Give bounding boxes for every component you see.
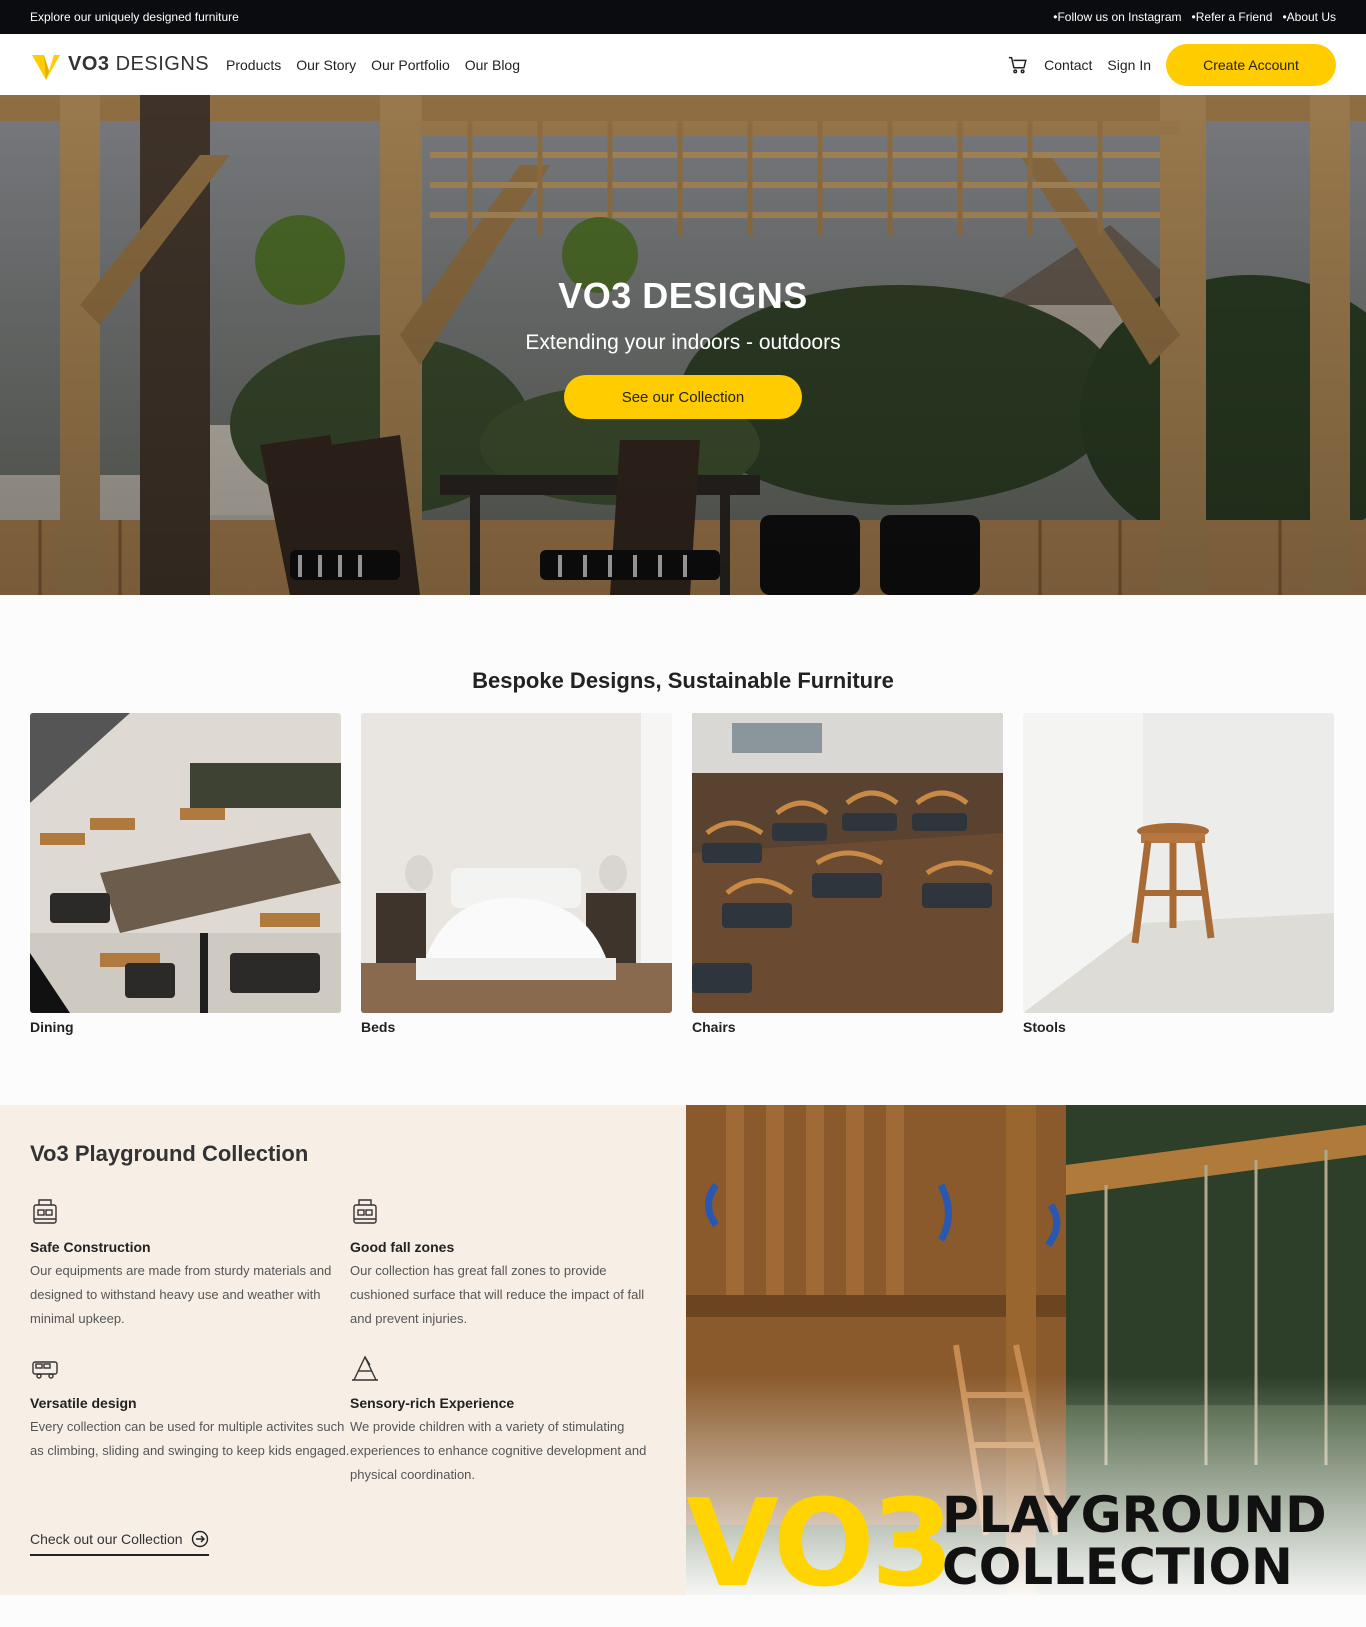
playground-image: VO3 PLAYGROUND COLLECTION [686,1105,1366,1595]
category-label: Dining [30,1019,74,1035]
nav-our-portfolio[interactable]: Our Portfolio [371,57,450,73]
category-label: Chairs [692,1019,736,1035]
stools-image [1023,713,1334,1013]
feature-text: Every collection can be used for multipl… [30,1419,350,1458]
feature-text: We provide children with a variety of st… [350,1419,647,1482]
category-label: Stools [1023,1019,1066,1035]
hero-content: VO3 DESIGNS Extending your indoors - out… [0,275,1366,419]
playset-icon [353,1199,377,1224]
feature-item: Good fall zones Our collection has great… [350,1197,660,1331]
feature-title: Versatile design [30,1395,137,1411]
playset-icon [33,1199,57,1224]
arrow-right-circle-icon [191,1530,208,1548]
vehicle-icon [32,1361,58,1379]
cart-icon[interactable] [1007,54,1029,76]
feature-text: Our collection has great fall zones to p… [350,1263,645,1326]
check-collection-link[interactable]: Check out our Collection [30,1530,209,1556]
see-collection-button[interactable]: See our Collection [564,375,802,419]
promo-text: Explore our uniquely designed furniture [30,10,239,24]
playground-title: Vo3 Playground Collection [30,1141,309,1166]
feature-item: Versatile design Every collection can be… [30,1353,350,1487]
category-label: Beds [361,1019,396,1035]
feature-item: Safe Construction Our equipments are mad… [30,1197,350,1331]
about-us-link[interactable]: About Us [1282,10,1336,24]
site-header: VO3 DESIGNS Products Our Story Our Portf… [0,34,1366,95]
instagram-link[interactable]: Follow us on Instagram [1053,10,1181,24]
nav-our-story[interactable]: Our Story [296,57,356,73]
category-card-chairs[interactable]: Chairs [692,713,1003,1035]
playground-banner: VO3 PLAYGROUND COLLECTION [686,1475,1366,1596]
dining-image [30,713,341,1013]
beds-image [361,713,672,1013]
nav-products[interactable]: Products [226,57,281,73]
announcement-bar: Explore our uniquely designed furniture … [0,0,1366,34]
feature-title: Good fall zones [350,1239,455,1255]
contact-link[interactable]: Contact [1044,57,1092,73]
feature-item: Sensory-rich Experience We provide child… [350,1353,660,1487]
nav-our-blog[interactable]: Our Blog [465,57,520,73]
category-card-beds[interactable]: Beds [361,713,672,1035]
category-card-stools[interactable]: Stools [1023,713,1334,1035]
playground-section: Vo3 Playground Collection Safe Construct… [0,1105,686,1595]
header-actions: Contact Sign In Create Account [1007,43,1336,86]
banner-title: PLAYGROUND COLLECTION [942,1486,1327,1595]
hero-banner: VO3 DESIGNS Extending your indoors - out… [0,95,1366,595]
topbar-links: Follow us on Instagram Refer a Friend Ab… [1053,10,1336,24]
chairs-image [692,713,1003,1013]
banner-vo3-text: VO3 [686,1475,954,1596]
feature-title: Safe Construction [30,1239,151,1255]
categories-title: Bespoke Designs, Sustainable Furniture [472,668,894,693]
feature-title: Sensory-rich Experience [350,1395,515,1411]
feature-text: Our equipments are made from sturdy mate… [30,1263,332,1326]
category-grid: Dining Beds Chairs Stools [30,713,1336,1035]
swing-icon [352,1355,378,1381]
category-card-dining[interactable]: Dining [30,713,341,1035]
hero-subtitle: Extending your indoors - outdoors [525,331,841,354]
logo[interactable]: VO3 DESIGNS [30,49,226,81]
logo-mark-icon [32,54,60,80]
refer-friend-link[interactable]: Refer a Friend [1192,10,1273,24]
feature-grid: Safe Construction Our equipments are mad… [30,1197,656,1487]
logo-text: VO3 DESIGNS [68,53,210,75]
main-nav: Products Our Story Our Portfolio Our Blo… [226,57,520,73]
hero-title: VO3 DESIGNS [558,275,808,316]
create-account-button[interactable]: Create Account [1166,43,1336,86]
sign-in-link[interactable]: Sign In [1107,57,1151,73]
